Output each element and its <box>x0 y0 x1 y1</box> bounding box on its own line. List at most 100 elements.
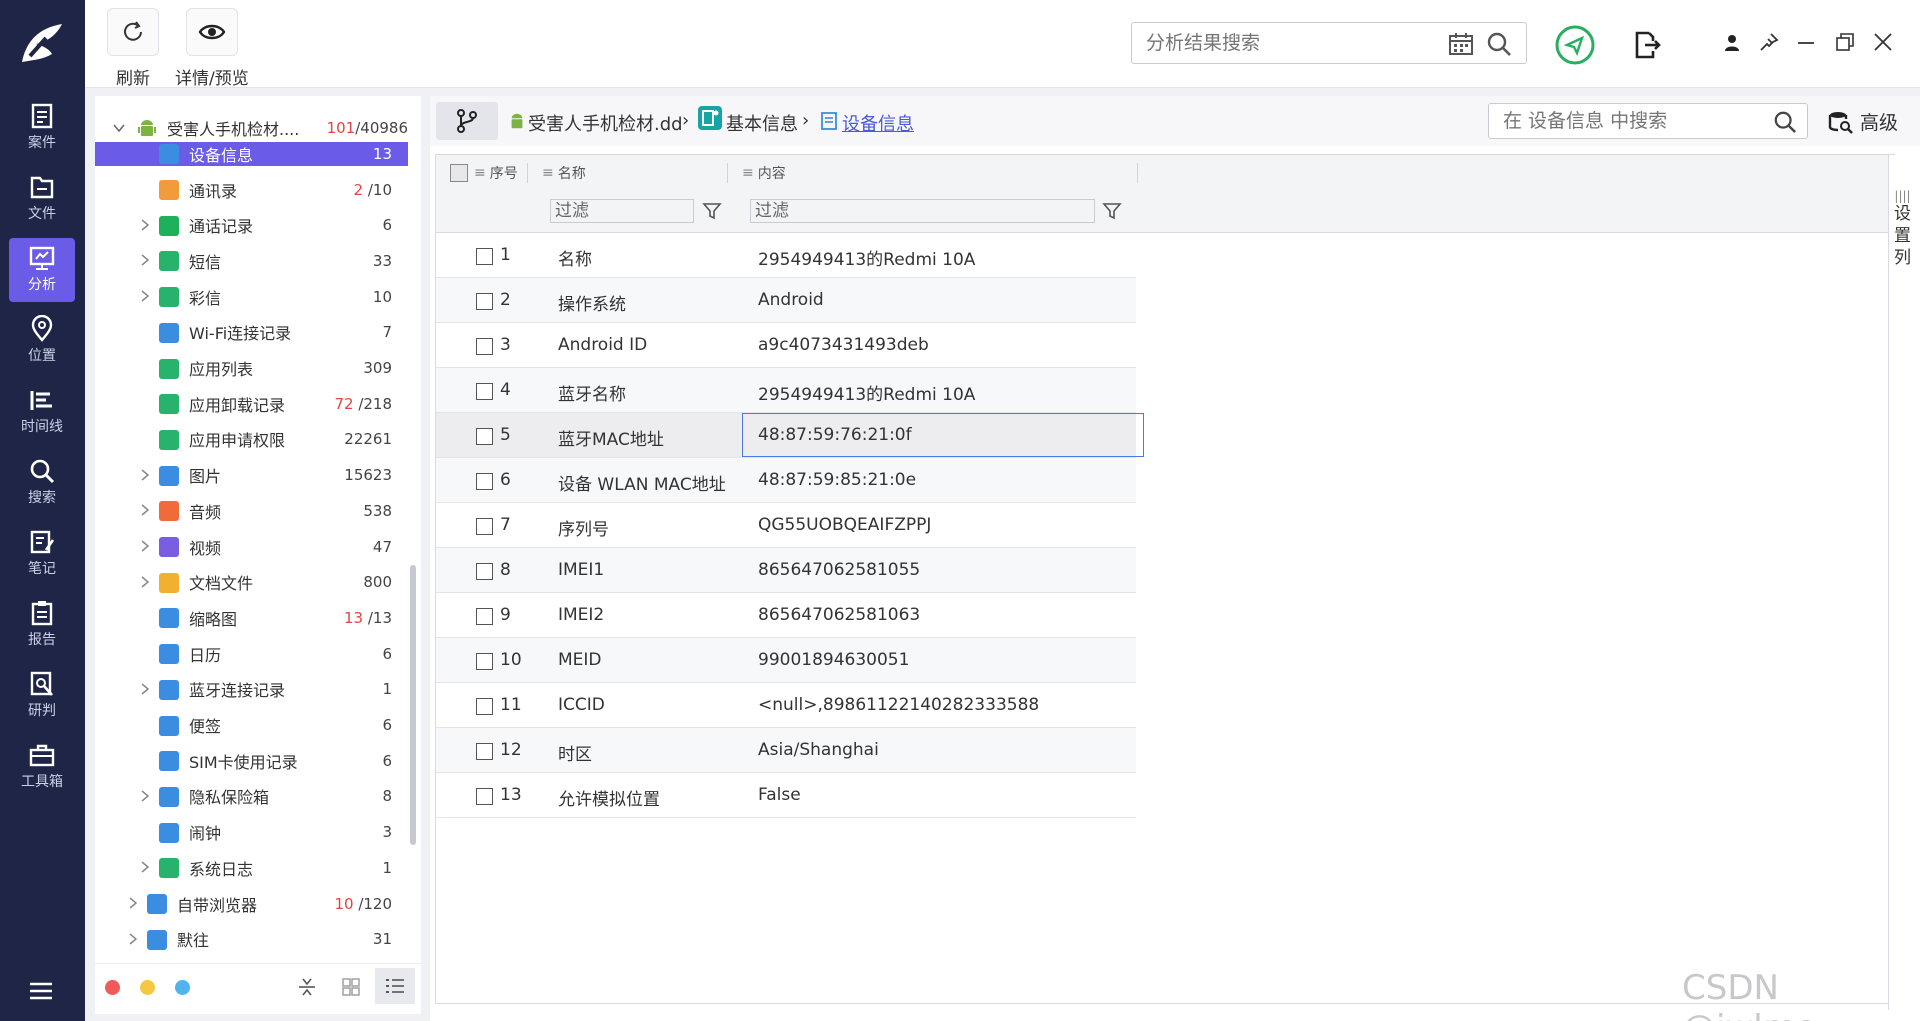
tree-item[interactable]: 短信 33 <box>95 243 408 278</box>
tree-item[interactable]: 音频 538 <box>95 493 408 528</box>
tree-item[interactable]: 彩信 10 <box>95 279 408 314</box>
select-all-checkbox[interactable] <box>450 164 468 182</box>
global-search-box[interactable] <box>1131 22 1527 64</box>
row-value[interactable]: 2954949413的Redmi 10A <box>758 380 975 405</box>
tree-item[interactable]: 应用列表 309 <box>95 351 408 386</box>
chevron-right-icon[interactable] <box>139 219 151 231</box>
chevron-right-icon[interactable] <box>127 897 139 909</box>
chevron-right-icon[interactable] <box>139 504 151 516</box>
tree-item[interactable]: 默往 31 <box>95 922 408 957</box>
tree-item[interactable]: 蓝牙连接记录 1 <box>95 672 408 707</box>
table-row[interactable]: 6 设备 WLAN MAC地址 48:87:59:85:21:0e <box>436 458 1136 503</box>
nav-search[interactable]: 搜索 <box>9 451 75 515</box>
row-checkbox[interactable] <box>476 698 493 715</box>
row-value[interactable]: 2954949413的Redmi 10A <box>758 245 975 270</box>
refresh-button[interactable]: 刷新 <box>107 8 159 89</box>
tree-item[interactable]: 隐私保险箱 8 <box>95 779 408 814</box>
content-filter-input[interactable]: 过滤 <box>750 199 1095 223</box>
column-header-content[interactable]: ≡ 内容 <box>728 155 1138 191</box>
table-row[interactable]: 3 Android ID a9c4073431493deb <box>436 323 1136 368</box>
column-header-index[interactable]: ≡ 序号 <box>436 155 528 191</box>
tree-item[interactable]: 图片 15623 <box>95 458 408 493</box>
column-header-name[interactable]: ≡ 名称 <box>528 155 728 191</box>
name-filter-input[interactable]: 过滤 <box>550 199 694 223</box>
row-checkbox[interactable] <box>476 743 493 760</box>
tree-item[interactable]: 通话记录 6 <box>95 208 408 243</box>
collapse-icon[interactable] <box>298 976 316 998</box>
row-value[interactable]: 48:87:59:85:21:0e <box>758 470 916 490</box>
row-value[interactable]: 99001894630051 <box>758 650 909 670</box>
tree-item[interactable]: 自带浏览器 10 /120 <box>95 886 408 921</box>
row-checkbox[interactable] <box>476 788 493 805</box>
table-row[interactable]: 2 操作系统 Android <box>436 278 1136 323</box>
yellow-dot[interactable] <box>140 980 155 995</box>
row-checkbox[interactable] <box>476 518 493 535</box>
row-checkbox[interactable] <box>476 338 493 355</box>
red-dot[interactable] <box>105 980 120 995</box>
filter-icon[interactable] <box>1102 201 1122 221</box>
row-checkbox[interactable] <box>476 473 493 490</box>
table-row[interactable]: 13 允许模拟位置 False <box>436 773 1136 818</box>
tree-item[interactable]: 设备信息 13 <box>95 142 408 166</box>
row-value[interactable]: 865647062581063 <box>758 605 920 625</box>
hamburger-menu-icon[interactable] <box>28 980 54 1002</box>
table-search-input[interactable] <box>1489 104 1749 138</box>
chevron-right-icon[interactable] <box>139 861 151 873</box>
tree-item[interactable]: 缩略图 13 /13 <box>95 600 408 635</box>
nav-report[interactable]: 报告 <box>9 593 75 657</box>
row-checkbox[interactable] <box>476 653 493 670</box>
chevron-right-icon[interactable] <box>139 683 151 695</box>
tree-item[interactable]: 便签 6 <box>95 708 408 743</box>
row-value[interactable]: a9c4073431493deb <box>758 335 929 355</box>
chevron-right-icon[interactable] <box>127 933 139 945</box>
tree-item[interactable]: 日历 6 <box>95 636 408 671</box>
table-search-box[interactable] <box>1488 103 1808 139</box>
table-row[interactable]: 7 序列号 QG55UOBQEAIFZPPJ <box>436 503 1136 548</box>
table-row[interactable]: 9 IMEI2 865647062581063 <box>436 593 1136 638</box>
nav-file[interactable]: 文件 <box>9 167 75 231</box>
calendar-icon[interactable] <box>1448 32 1474 56</box>
table-row[interactable]: 10 MEID 99001894630051 <box>436 638 1136 683</box>
nav-toolbox[interactable]: 工具箱 <box>9 735 75 799</box>
row-checkbox[interactable] <box>476 383 493 400</box>
table-row[interactable]: 11 ICCID <null>,89861122140282333588 <box>436 683 1136 728</box>
row-value[interactable]: <null>,89861122140282333588 <box>758 695 1039 715</box>
restore-icon[interactable] <box>1835 32 1855 52</box>
breadcrumb-section[interactable]: 基本信息 <box>726 110 798 136</box>
user-icon[interactable] <box>1723 34 1741 52</box>
grid-view-icon[interactable] <box>342 978 360 996</box>
breadcrumb-current[interactable]: 设备信息 <box>842 110 914 136</box>
row-value[interactable]: Asia/Shanghai <box>758 740 879 760</box>
row-value[interactable]: 865647062581055 <box>758 560 920 580</box>
close-icon[interactable] <box>1873 32 1893 52</box>
list-view-button[interactable] <box>375 968 415 1004</box>
chevron-down-icon[interactable] <box>113 122 125 134</box>
export-icon[interactable] <box>1633 30 1661 60</box>
chevron-right-icon[interactable] <box>139 540 151 552</box>
minimize-icon[interactable] <box>1797 34 1815 52</box>
table-row[interactable]: 4 蓝牙名称 2954949413的Redmi 10A <box>436 368 1136 413</box>
nav-judge[interactable]: 研判 <box>9 664 75 728</box>
global-search-input[interactable] <box>1132 23 1432 63</box>
tree-root[interactable]: 受害人手机检材.... 101/40986 <box>95 110 408 145</box>
row-checkbox[interactable] <box>476 608 493 625</box>
row-checkbox[interactable] <box>476 248 493 265</box>
branch-button[interactable] <box>436 102 498 140</box>
pin-icon[interactable] <box>1759 32 1779 52</box>
tree-item[interactable]: Wi-Fi连接记录 7 <box>95 315 408 350</box>
chevron-right-icon[interactable] <box>139 290 151 302</box>
chevron-right-icon[interactable] <box>139 254 151 266</box>
nav-location[interactable]: 位置 <box>9 309 75 373</box>
tree-item[interactable]: SIM卡使用记录 6 <box>95 743 408 778</box>
search-icon[interactable] <box>1773 110 1797 134</box>
chevron-right-icon[interactable] <box>139 469 151 481</box>
table-row[interactable]: 1 名称 2954949413的Redmi 10A <box>436 233 1136 278</box>
tree-scrollbar[interactable] <box>410 565 416 845</box>
tree-item[interactable]: 文档文件 800 <box>95 565 408 600</box>
send-icon[interactable] <box>1554 24 1596 66</box>
row-checkbox[interactable] <box>476 293 493 310</box>
tree-item[interactable]: 应用卸载记录 72 /218 <box>95 386 408 421</box>
table-row[interactable]: 8 IMEI1 865647062581055 <box>436 548 1136 593</box>
tree-item[interactable]: 应用申请权限 22261 <box>95 422 408 457</box>
table-row[interactable]: 12 时区 Asia/Shanghai <box>436 728 1136 773</box>
